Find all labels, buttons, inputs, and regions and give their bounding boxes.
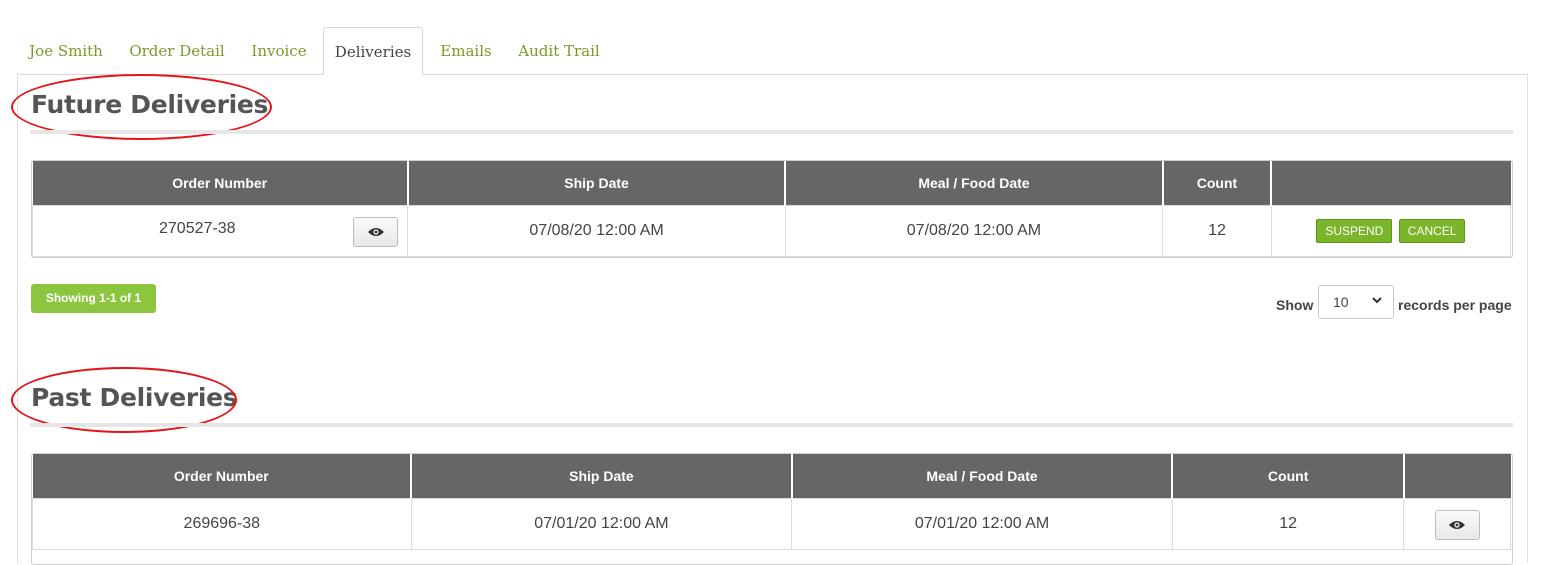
eye-icon [367,228,384,236]
page-size-select[interactable]: 10 [1318,285,1394,319]
col-ship-date[interactable]: Ship Date [411,454,793,499]
col-count[interactable]: Count [1172,454,1405,499]
table-header-row: Order Number Ship Date Meal / Food Date … [32,161,1511,206]
col-ship-date[interactable]: Ship Date [407,161,787,206]
order-number: 270527-38 [159,220,236,237]
eye-icon [1449,521,1466,529]
count-cell: 12 [1162,205,1272,257]
actions-cell: SUSPEND CANCEL [1270,205,1512,257]
future-deliveries-table: Order Number Ship Date Meal / Food Date … [31,161,1512,257]
actions-cell [1403,498,1511,550]
show-label: Show [1276,297,1314,313]
col-meal-date[interactable]: Meal / Food Date [791,454,1174,499]
col-order-number[interactable]: Order Number [32,454,413,499]
tab-invoice[interactable]: Invoice [242,27,316,73]
tab-customer[interactable]: Joe Smith [17,27,115,73]
col-meal-date[interactable]: Meal / Food Date [785,161,1164,206]
tab-emails[interactable]: Emails [429,27,503,73]
order-number-cell: 269696-38 [32,498,412,550]
ship-date-cell: 07/01/20 12:00 AM [410,498,793,550]
table-row: 269696-38 07/01/20 12:00 AM 07/01/20 12:… [32,498,1511,550]
col-actions [1271,161,1511,206]
meal-date-cell: 07/08/20 12:00 AM [784,205,1164,257]
cancel-button[interactable]: CANCEL [1398,219,1466,243]
col-order-number[interactable]: Order Number [32,161,409,206]
section-divider [30,423,1513,427]
tab-bar: Joe Smith Order Detail Invoice Deliverie… [17,27,1527,75]
tab-deliveries[interactable]: Deliveries [323,27,423,75]
col-count[interactable]: Count [1162,161,1273,206]
past-deliveries-table: Order Number Ship Date Meal / Food Date … [32,454,1511,550]
tab-audit-trail[interactable]: Audit Trail [514,27,604,73]
section-divider [30,130,1513,134]
tab-order-detail[interactable]: Order Detail [120,27,234,73]
suspend-button[interactable]: SUSPEND [1316,219,1393,243]
meal-date-cell: 07/01/20 12:00 AM [791,498,1173,550]
chevron-down-icon [1372,297,1382,304]
showing-count-badge: Showing 1-1 of 1 [31,284,156,313]
count-cell: 12 [1171,498,1405,550]
view-order-button[interactable] [353,217,398,247]
order-number-cell: 270527-38 [31,205,409,257]
table-row: 270527-38 07/08/20 12:00 AM 07/08/20 12:… [31,205,1512,257]
table-header-row: Order Number Ship Date Meal / Food Date … [32,454,1511,499]
col-actions [1403,454,1511,499]
view-order-button[interactable] [1434,510,1480,540]
page-size-value: 10 [1333,294,1349,310]
records-per-page-label: records per page [1398,297,1512,313]
ship-date-cell: 07/08/20 12:00 AM [407,205,786,257]
